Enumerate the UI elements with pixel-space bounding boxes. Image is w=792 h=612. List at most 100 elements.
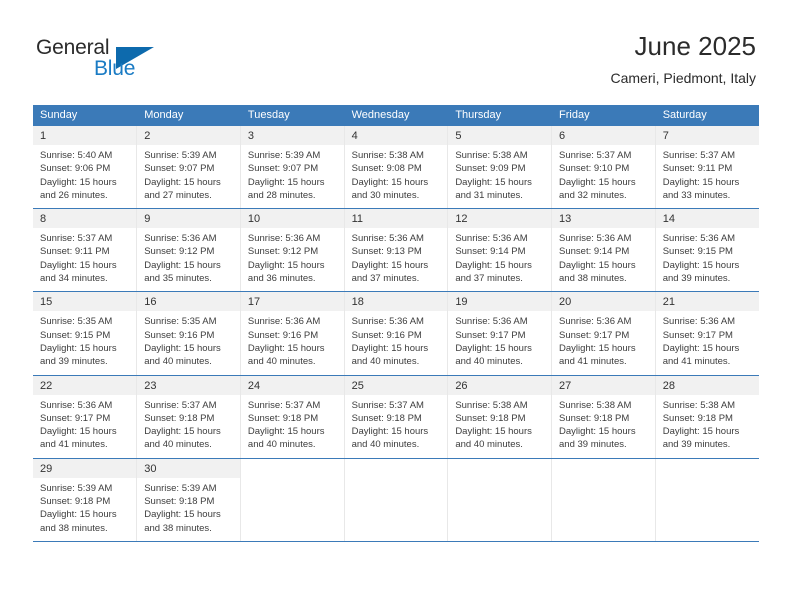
day-sunrise-text: Sunrise: 5:36 AM: [455, 316, 528, 328]
day-daylight-line1-text: Daylight: 15 hours: [351, 426, 429, 438]
calendar-day-cell[interactable]: 16 Sunrise: 5:35 AM Sunset: 9:16 PM Dayligh…: [136, 291, 241, 376]
calendar-day-cell[interactable]: 29 Sunrise: 5:39 AM Sunset: 9:18 PM Dayligh…: [33, 458, 138, 542]
weekday-header-thursday: Thursday: [447, 105, 553, 126]
weekday-header-friday: Friday: [551, 105, 656, 126]
day-details: Sunrise: 5:35 AM Sunset: 9:16 PM Daylight:…: [137, 311, 240, 374]
calendar-day-cell[interactable]: 19 Sunrise: 5:36 AM Sunset: 9:17 PM Dayligh…: [447, 291, 553, 376]
day-number: 28: [655, 375, 759, 395]
day-daylight-line2-text: and 35 minutes.: [144, 273, 212, 285]
day-daylight-line1-text: Daylight: 15 hours: [351, 176, 429, 188]
day-details: Sunrise: 5:37 AM Sunset: 9:18 PM Daylight:…: [345, 395, 448, 458]
day-details: Sunrise: 5:39 AM Sunset: 9:18 PM Daylight:…: [137, 478, 240, 541]
day-sunrise-text: Sunrise: 5:37 AM: [40, 233, 113, 245]
day-daylight-line1-text: Daylight: 15 hours: [40, 259, 117, 271]
day-details: Sunrise: 5:38 AM Sunset: 9:08 PM Daylight:…: [345, 145, 448, 208]
day-sunrise-text: Sunrise: 5:36 AM: [351, 316, 424, 328]
calendar-day-cell[interactable]: 15 Sunrise: 5:35 AM Sunset: 9:15 PM Dayligh…: [33, 291, 138, 376]
calendar-day-cell[interactable]: 17 Sunrise: 5:36 AM Sunset: 9:16 PM Dayligh…: [240, 291, 345, 376]
calendar-day-cell[interactable]: 3 Sunrise: 5:39 AM Sunset: 9:07 PM Daylight…: [240, 126, 345, 210]
day-number: [655, 458, 759, 478]
day-number: 8: [33, 209, 137, 229]
day-daylight-line1-text: Daylight: 15 hours: [247, 176, 325, 188]
calendar-day-cell[interactable]: 8 Sunrise: 5:37 AM Sunset: 9:11 PM Daylight…: [33, 208, 138, 293]
day-number: 18: [344, 292, 448, 312]
day-daylight-line2-text: and 41 minutes.: [662, 356, 731, 368]
day-number: [552, 458, 655, 478]
day-sunset-text: Sunset: 9:09 PM: [455, 163, 526, 175]
calendar-day-cell[interactable]: 20 Sunrise: 5:36 AM Sunset: 9:17 PM Dayligh…: [551, 291, 656, 376]
general-blue-logo[interactable]: General Blue: [36, 36, 216, 84]
day-sunset-text: Sunset: 9:16 PM: [351, 329, 422, 341]
calendar-day-cell[interactable]: 13 Sunrise: 5:36 AM Sunset: 9:14 PM Dayligh…: [551, 208, 656, 293]
calendar-day-cell[interactable]: 1 Sunrise: 5:40 AM Sunset: 9:06 PM Daylight…: [33, 126, 138, 210]
calendar-day-cell[interactable]: 25 Sunrise: 5:37 AM Sunset: 9:18 PM Dayligh…: [344, 375, 449, 459]
day-details: Sunrise: 5:35 AM Sunset: 9:15 PM Daylight:…: [33, 311, 136, 374]
day-sunset-text: Sunset: 9:18 PM: [247, 412, 319, 424]
day-daylight-line1-text: Daylight: 15 hours: [40, 176, 117, 188]
day-number: 14: [655, 209, 759, 229]
day-daylight-line2-text: and 40 minutes.: [455, 356, 523, 368]
calendar-day-cell[interactable]: 14 Sunrise: 5:36 AM Sunset: 9:15 PM Dayligh…: [655, 208, 759, 293]
day-daylight-line1-text: Daylight: 15 hours: [144, 509, 221, 521]
calendar-day-cell[interactable]: 6 Sunrise: 5:37 AM Sunset: 9:10 PM Daylight…: [551, 126, 656, 210]
day-daylight-line1-text: Daylight: 15 hours: [247, 259, 325, 271]
calendar-day-cell[interactable]: 26 Sunrise: 5:38 AM Sunset: 9:18 PM Dayligh…: [447, 375, 553, 459]
day-daylight-line1-text: Daylight: 15 hours: [662, 342, 740, 354]
day-sunrise-text: Sunrise: 5:39 AM: [144, 482, 217, 494]
day-daylight-line2-text: and 31 minutes.: [455, 189, 523, 201]
calendar-day-cell[interactable]: 30 Sunrise: 5:39 AM Sunset: 9:18 PM Dayligh…: [136, 458, 241, 542]
calendar-day-cell[interactable]: 21 Sunrise: 5:36 AM Sunset: 9:17 PM Dayligh…: [655, 291, 759, 376]
day-daylight-line2-text: and 39 minutes.: [662, 273, 731, 285]
day-details: Sunrise: 5:36 AM Sunset: 9:17 PM Daylight:…: [552, 311, 655, 374]
calendar-day-cell[interactable]: 2 Sunrise: 5:39 AM Sunset: 9:07 PM Daylight…: [136, 126, 241, 210]
calendar-day-cell[interactable]: 9 Sunrise: 5:36 AM Sunset: 9:12 PM Daylight…: [136, 208, 241, 293]
logo-text-blue: Blue: [94, 57, 136, 80]
day-number: 29: [33, 458, 137, 478]
day-number: 25: [344, 375, 448, 395]
calendar-day-cell[interactable]: 7 Sunrise: 5:37 AM Sunset: 9:11 PM Daylight…: [655, 126, 759, 210]
calendar-day-cell[interactable]: 28 Sunrise: 5:38 AM Sunset: 9:18 PM Dayligh…: [655, 375, 759, 459]
day-sunrise-text: Sunrise: 5:36 AM: [559, 233, 632, 245]
calendar-day-cell[interactable]: 4 Sunrise: 5:38 AM Sunset: 9:08 PM Daylight…: [344, 126, 449, 210]
day-details: Sunrise: 5:40 AM Sunset: 9:06 PM Daylight:…: [33, 145, 136, 208]
day-number: [344, 458, 448, 478]
day-number: 12: [448, 209, 552, 229]
calendar-day-cell[interactable]: 11 Sunrise: 5:36 AM Sunset: 9:13 PM Dayligh…: [344, 208, 449, 293]
day-daylight-line2-text: and 40 minutes.: [351, 356, 420, 368]
day-daylight-line2-text: and 41 minutes.: [559, 356, 627, 368]
day-number: 30: [137, 458, 240, 478]
day-details: Sunrise: 5:36 AM Sunset: 9:17 PM Daylight:…: [656, 311, 759, 374]
day-sunset-text: Sunset: 9:13 PM: [351, 246, 422, 258]
calendar-day-cell[interactable]: 22 Sunrise: 5:36 AM Sunset: 9:17 PM Dayligh…: [33, 375, 138, 459]
day-details: Sunrise: 5:36 AM Sunset: 9:12 PM Daylight:…: [137, 228, 240, 291]
day-daylight-line2-text: and 40 minutes.: [247, 356, 316, 368]
day-sunset-text: Sunset: 9:18 PM: [455, 412, 526, 424]
day-details: Sunrise: 5:38 AM Sunset: 9:09 PM Daylight:…: [448, 145, 551, 208]
calendar-day-cell[interactable]: 23 Sunrise: 5:37 AM Sunset: 9:18 PM Dayligh…: [136, 375, 241, 459]
day-sunrise-text: Sunrise: 5:36 AM: [40, 399, 113, 411]
weekday-header-wednesday: Wednesday: [344, 105, 449, 126]
calendar-day-cell[interactable]: 12 Sunrise: 5:36 AM Sunset: 9:14 PM Dayligh…: [447, 208, 553, 293]
day-sunrise-text: Sunrise: 5:36 AM: [455, 233, 528, 245]
day-details: [345, 478, 448, 540]
day-sunset-text: Sunset: 9:08 PM: [351, 163, 422, 175]
day-details: Sunrise: 5:36 AM Sunset: 9:15 PM Daylight:…: [656, 228, 759, 291]
calendar-day-cell[interactable]: 5 Sunrise: 5:38 AM Sunset: 9:09 PM Daylight…: [447, 126, 553, 210]
calendar-day-cell[interactable]: 10 Sunrise: 5:36 AM Sunset: 9:12 PM Dayligh…: [240, 208, 345, 293]
day-details: Sunrise: 5:37 AM Sunset: 9:18 PM Daylight:…: [241, 395, 344, 458]
day-number: 26: [448, 375, 552, 395]
calendar-day-cell[interactable]: 24 Sunrise: 5:37 AM Sunset: 9:18 PM Dayligh…: [240, 375, 345, 459]
day-daylight-line2-text: and 27 minutes.: [144, 189, 212, 201]
day-sunrise-text: Sunrise: 5:39 AM: [40, 482, 113, 494]
day-sunrise-text: Sunrise: 5:36 AM: [351, 233, 424, 245]
calendar-day-cell[interactable]: 18 Sunrise: 5:36 AM Sunset: 9:16 PM Dayligh…: [344, 291, 449, 376]
day-details: Sunrise: 5:36 AM Sunset: 9:14 PM Daylight:…: [448, 228, 551, 291]
page-subtitle: Cameri, Piedmont, Italy: [610, 70, 757, 86]
day-daylight-line1-text: Daylight: 15 hours: [662, 259, 740, 271]
calendar-cell-empty: [344, 458, 449, 542]
calendar-cell-empty: [655, 458, 759, 542]
calendar-day-cell[interactable]: 27 Sunrise: 5:38 AM Sunset: 9:18 PM Dayligh…: [551, 375, 656, 459]
day-daylight-line2-text: and 32 minutes.: [559, 189, 627, 201]
day-sunrise-text: Sunrise: 5:38 AM: [559, 399, 632, 411]
day-daylight-line2-text: and 37 minutes.: [351, 273, 420, 285]
